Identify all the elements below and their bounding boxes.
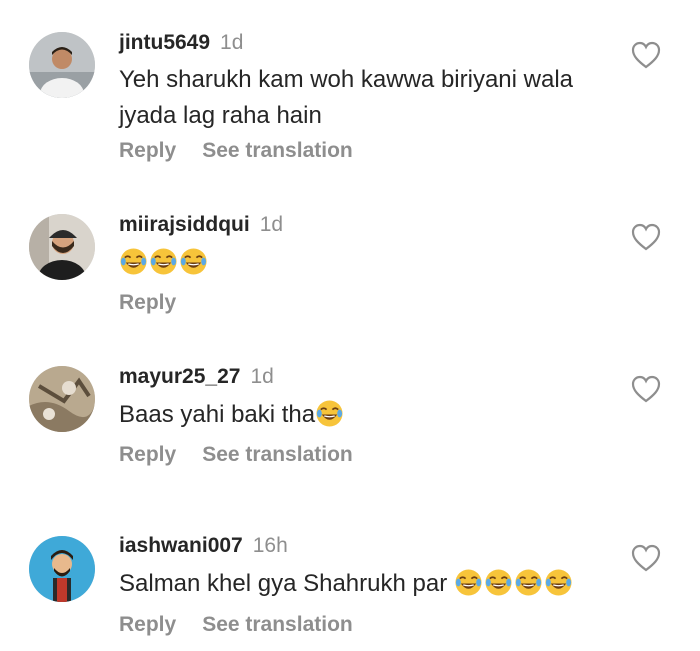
reply-button[interactable]: Reply xyxy=(119,139,176,162)
comment-text: Salman khel gya Shahrukh par xyxy=(119,566,609,602)
see-translation-button[interactable]: See translation xyxy=(202,443,353,466)
avatar-man-white-shirt-icon xyxy=(29,32,95,98)
comment-text xyxy=(119,245,609,281)
reply-button[interactable]: Reply xyxy=(119,613,176,636)
comment-actions: Reply xyxy=(119,291,202,315)
avatar-man-cap-icon xyxy=(29,214,95,280)
user-avatar[interactable] xyxy=(29,536,95,602)
comment-username[interactable]: jintu5649 1d xyxy=(119,31,243,55)
comment-username[interactable]: mayur25_27 1d xyxy=(119,365,274,389)
comment-time: 1d xyxy=(259,213,284,236)
face-with-tears-of-joy-icon xyxy=(179,247,208,276)
comment-text: Yeh sharukh kam woh kawwa biriyani wala … xyxy=(119,66,574,129)
comment-actions: Reply See translation xyxy=(119,613,379,637)
face-with-tears-of-joy-icon xyxy=(149,247,178,276)
face-with-tears-of-joy-icon xyxy=(315,399,344,428)
see-translation-button[interactable]: See translation xyxy=(202,139,353,162)
comment-actions: Reply See translation xyxy=(119,443,379,467)
comment-text: Baas yahi baki tha xyxy=(119,397,609,433)
user-avatar[interactable] xyxy=(29,214,95,280)
comment-username[interactable]: miirajsiddqui 1d xyxy=(119,213,283,237)
heart-icon[interactable] xyxy=(630,40,662,70)
reply-button[interactable]: Reply xyxy=(119,443,176,466)
avatar-cartoon-icon xyxy=(29,536,95,602)
comment-actions: Reply See translation xyxy=(119,139,379,163)
face-with-tears-of-joy-icon xyxy=(119,247,148,276)
comment-time: 1d xyxy=(250,365,274,388)
face-with-tears-of-joy-icon xyxy=(484,568,513,597)
face-with-tears-of-joy-icon xyxy=(544,568,573,597)
comment-username[interactable]: iashwani007 16h xyxy=(119,534,288,558)
user-avatar[interactable] xyxy=(29,32,95,98)
reply-button[interactable]: Reply xyxy=(119,291,176,314)
heart-icon[interactable] xyxy=(630,374,662,404)
face-with-tears-of-joy-icon xyxy=(514,568,543,597)
see-translation-button[interactable]: See translation xyxy=(202,613,353,636)
comment-time: 1d xyxy=(220,31,244,54)
face-with-tears-of-joy-icon xyxy=(454,568,483,597)
heart-icon[interactable] xyxy=(630,222,662,252)
avatar-photo-icon xyxy=(29,366,95,432)
user-avatar[interactable] xyxy=(29,366,95,432)
heart-icon[interactable] xyxy=(630,543,662,573)
comment-time: 16h xyxy=(252,534,288,557)
